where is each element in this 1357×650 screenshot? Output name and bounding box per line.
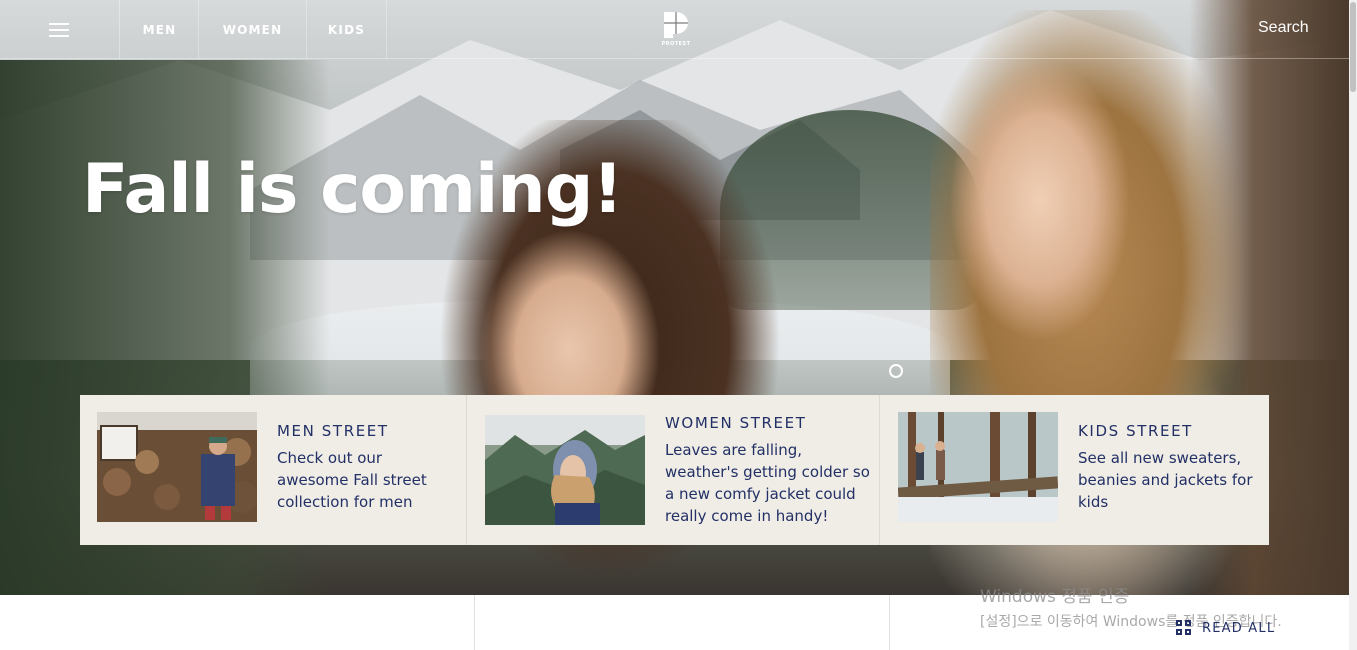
search-link[interactable]: Search [1258,19,1309,37]
nav-link-women[interactable]: WOMEN [199,0,307,59]
hamburger-icon[interactable] [49,22,69,37]
card-kids-street[interactable]: KIDS STREET See all new sweaters, beanie… [880,395,1269,545]
watermark-line-1: Windows 정품 인증 [980,587,1130,607]
card-women-street[interactable]: WOMEN STREET Leaves are falling, weather… [467,395,880,545]
brand-logo-text: PROTEST [661,41,691,47]
page-scrollbar[interactable] [1349,0,1357,650]
card-description-men: Check out our awesome Fall street collec… [277,449,427,511]
menu-button[interactable] [0,0,120,59]
men-photo [97,412,257,522]
card-image-men[interactable] [97,412,257,522]
card-title-kids[interactable]: KIDS STREET [1078,422,1193,440]
category-cards: MEN STREET Check out our awesome Fall st… [80,395,1269,545]
read-all-label[interactable]: READ ALL [1202,621,1275,636]
nav-link-men[interactable]: MEN [121,0,199,59]
scrollbar-thumb[interactable] [1350,2,1356,92]
card-title-women[interactable]: WOMEN STREET [665,414,806,432]
primary-nav: MEN WOMEN KIDS [121,0,387,59]
card-title-men[interactable]: MEN STREET [277,422,389,440]
card-description-women: Leaves are falling, weather's getting co… [665,441,870,525]
hero-headline: Fall is coming! [82,150,623,229]
brand-logo-icon [664,12,688,38]
bottom-divider [474,595,475,650]
kids-photo [898,412,1058,522]
card-men-street[interactable]: MEN STREET Check out our awesome Fall st… [80,395,467,545]
nav-link-kids[interactable]: KIDS [307,0,387,59]
top-navigation: MEN WOMEN KIDS PROTEST Search [0,0,1349,59]
read-all-link[interactable]: READ ALL [1176,620,1275,636]
card-image-kids[interactable] [898,412,1058,522]
brand-logo[interactable]: PROTEST [660,10,692,50]
bottom-divider [889,595,890,650]
card-description-kids: See all new sweaters, beanies and jacket… [1078,449,1253,511]
grid-icon [1176,620,1192,636]
card-image-women[interactable] [485,415,645,525]
slider-dot[interactable] [889,364,903,378]
women-photo [485,415,645,525]
